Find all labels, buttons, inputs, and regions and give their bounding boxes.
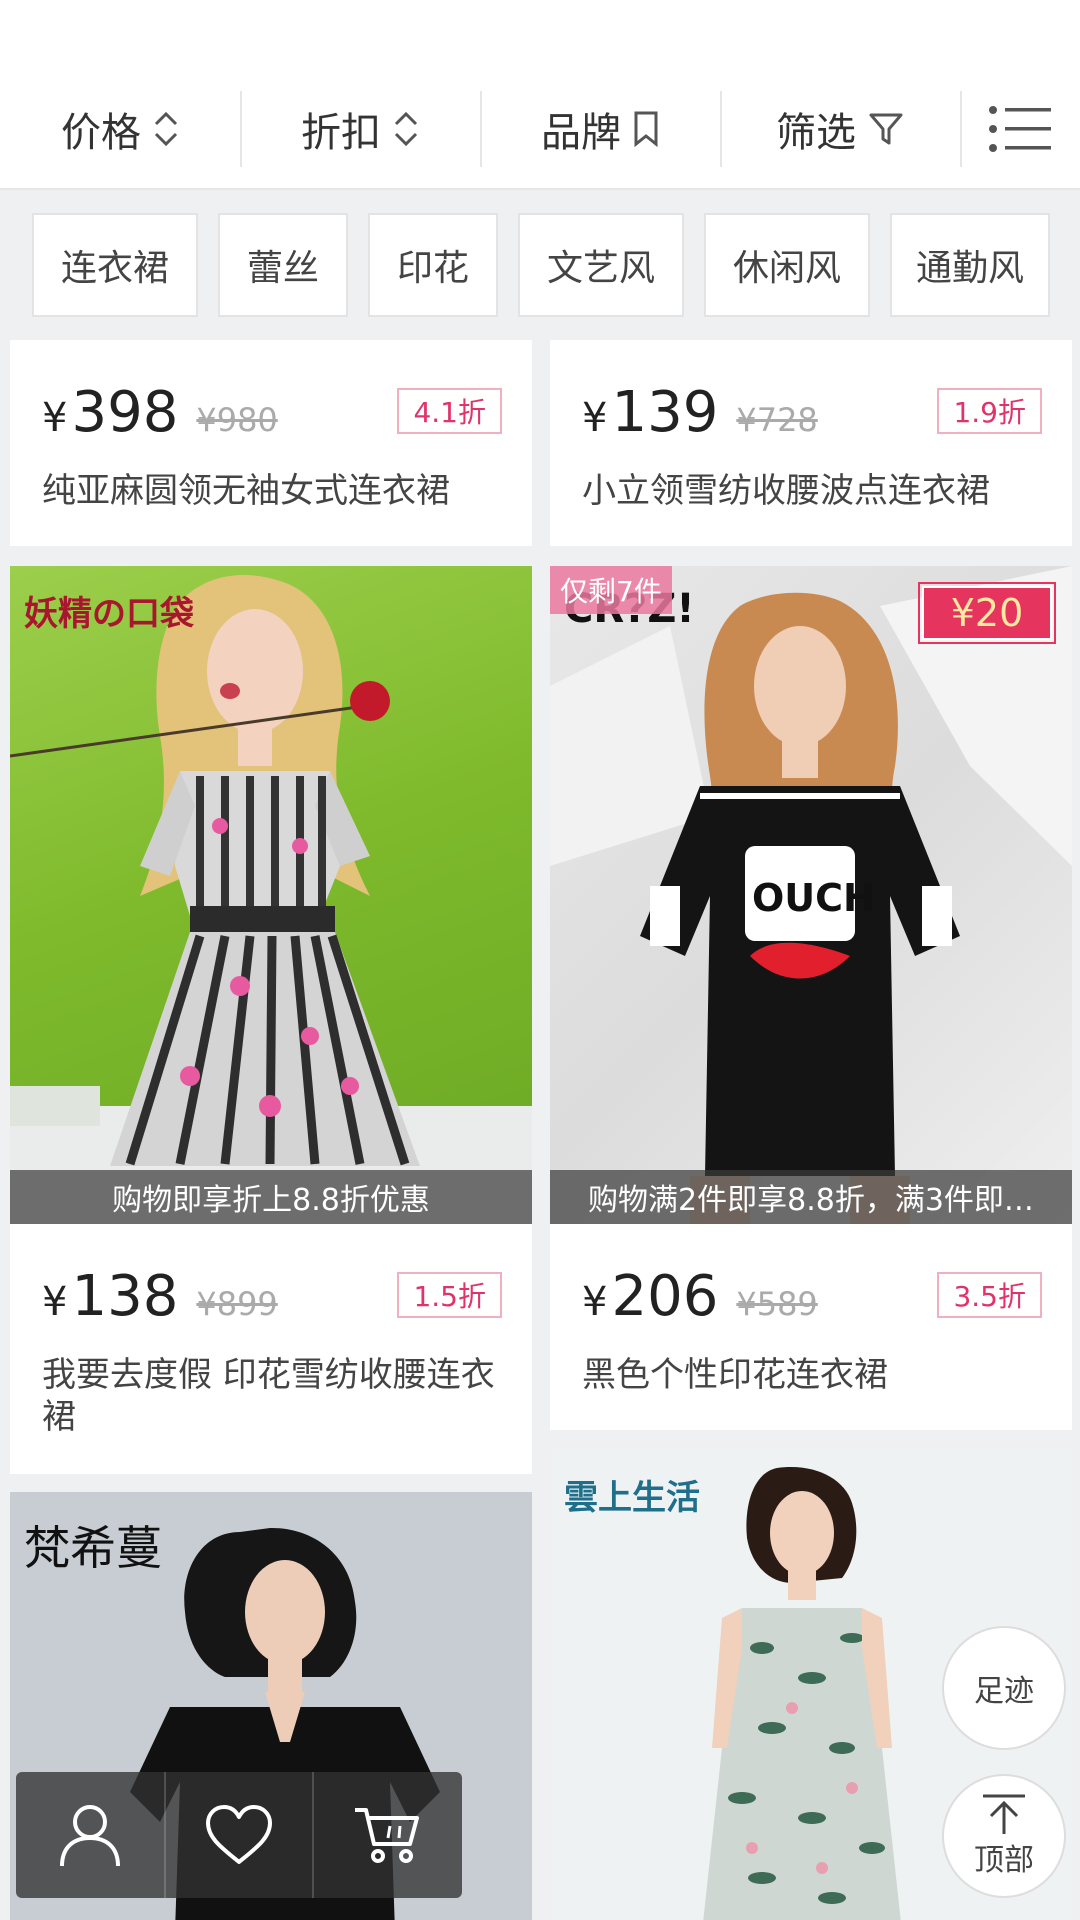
stock-badge: 仅剩7件 <box>550 566 672 614</box>
category-tag-bar: 连衣裙 蕾丝 印花 文艺风 休闲风 通勤风 <box>0 192 1080 338</box>
svg-text:OUCH: OUCH <box>752 876 875 920</box>
sale-price: 139 <box>611 380 719 445</box>
heart-icon <box>206 1805 272 1864</box>
list-menu-icon <box>989 106 1051 152</box>
status-bar <box>0 0 1080 70</box>
sale-price: 138 <box>71 1264 179 1329</box>
original-price: ¥589 <box>736 1285 818 1323</box>
price-row: ¥ 206 ¥589 3.5折 <box>582 1264 1042 1334</box>
sort-price-label: 价格 <box>61 110 141 156</box>
sale-price: 206 <box>611 1264 719 1329</box>
bookmark-icon <box>634 111 658 148</box>
screen-filter-label: 筛选 <box>776 110 856 156</box>
price-row: ¥ 398 ¥980 4.1折 <box>42 380 502 450</box>
product-grid: ¥ 398 ¥980 4.1折 纯亚麻圆领无袖女式连衣裙 ¥ 139 ¥728 … <box>0 340 1080 1920</box>
original-price: ¥728 <box>736 401 818 439</box>
history-label: 足迹 <box>974 1674 1034 1709</box>
tag-chip[interactable]: 印花 <box>368 213 498 317</box>
back-to-top-label: 顶部 <box>974 1843 1034 1878</box>
sale-price: 398 <box>71 380 179 445</box>
product-card-info[interactable]: ¥ 139 ¥728 1.9折 小立领雪纺收腰波点连衣裙 <box>550 340 1072 546</box>
product-image[interactable]: 妖精の口袋 购物即享折上8.8折优惠 <box>10 566 532 1224</box>
sort-updown-icon <box>394 111 418 147</box>
promo-banner: 购物满2件即享8.8折，满3件即… <box>550 1170 1072 1224</box>
original-price: ¥980 <box>196 401 278 439</box>
tag-chip[interactable]: 连衣裙 <box>32 213 198 317</box>
brand-logo: 雲上生活 <box>564 1478 700 1518</box>
promo-banner: 购物即享折上8.8折优惠 <box>10 1170 532 1224</box>
discount-badge: 4.1折 <box>397 388 502 434</box>
product-title[interactable]: 纯亚麻圆领无袖女式连衣裙 <box>42 470 502 512</box>
product-card-info[interactable]: ¥ 398 ¥980 4.1折 纯亚麻圆领无袖女式连衣裙 <box>10 340 532 546</box>
product-card-info[interactable]: ¥ 138 ¥899 1.5折 我要去度假 印花雪纺收腰连衣裙 <box>10 1224 532 1474</box>
discount-badge: 1.5折 <box>397 1272 502 1318</box>
tag-chip[interactable]: 休闲风 <box>704 213 870 317</box>
account-button[interactable] <box>16 1772 164 1898</box>
funnel-icon <box>869 113 903 145</box>
tag-chip[interactable]: 蕾丝 <box>218 213 348 317</box>
original-price: ¥899 <box>196 1285 278 1323</box>
discount-badge: 3.5折 <box>937 1272 1042 1318</box>
discount-badge: 1.9折 <box>937 388 1042 434</box>
bottom-nav <box>16 1772 462 1898</box>
brand-filter-button[interactable]: 品牌 <box>480 69 720 189</box>
product-title[interactable]: 黑色个性印花连衣裙 <box>582 1354 1042 1396</box>
sort-updown-icon <box>154 111 178 147</box>
tag-chip[interactable]: 通勤风 <box>890 213 1050 317</box>
sort-price-button[interactable]: 价格 <box>0 69 240 189</box>
model-photo: OUCH <box>550 566 1072 1224</box>
brand-logo: 梵希蔓 <box>24 1521 162 1575</box>
sort-discount-button[interactable]: 折扣 <box>240 69 480 189</box>
view-mode-button[interactable] <box>960 69 1080 189</box>
coupon-badge[interactable]: ¥20 <box>918 582 1056 644</box>
user-icon <box>60 1805 120 1867</box>
product-image[interactable]: OUCH CR?Z! 仅剩7件 ¥20 购物满2件即享8.8折，满3件即… <box>550 566 1072 1224</box>
back-to-top-button[interactable]: 顶部 <box>942 1774 1066 1898</box>
currency-symbol: ¥ <box>42 395 68 441</box>
price-row: ¥ 139 ¥728 1.9折 <box>582 380 1042 450</box>
currency-symbol: ¥ <box>582 1279 608 1325</box>
model-photo <box>10 574 532 1224</box>
product-title[interactable]: 小立领雪纺收腰波点连衣裙 <box>582 470 1042 512</box>
cart-icon <box>355 1808 419 1863</box>
cart-button[interactable] <box>312 1772 460 1898</box>
tag-chip[interactable]: 文艺风 <box>518 213 684 317</box>
sort-discount-label: 折扣 <box>301 110 381 156</box>
price-row: ¥ 138 ¥899 1.5折 <box>42 1264 502 1334</box>
sort-filter-bar: 价格 折扣 品牌 筛选 <box>0 70 1080 190</box>
screen-filter-button[interactable]: 筛选 <box>720 69 960 189</box>
product-title[interactable]: 我要去度假 印花雪纺收腰连衣裙 <box>42 1354 502 1438</box>
brand-filter-label: 品牌 <box>541 110 621 156</box>
brand-logo: 妖精の口袋 <box>24 594 194 634</box>
arrow-up-icon <box>983 1794 1025 1834</box>
favorites-button[interactable] <box>164 1772 312 1898</box>
currency-symbol: ¥ <box>42 1279 68 1325</box>
product-card-info[interactable]: ¥ 206 ¥589 3.5折 黑色个性印花连衣裙 <box>550 1224 1072 1430</box>
history-button[interactable]: 足迹 <box>942 1626 1066 1750</box>
currency-symbol: ¥ <box>582 395 608 441</box>
